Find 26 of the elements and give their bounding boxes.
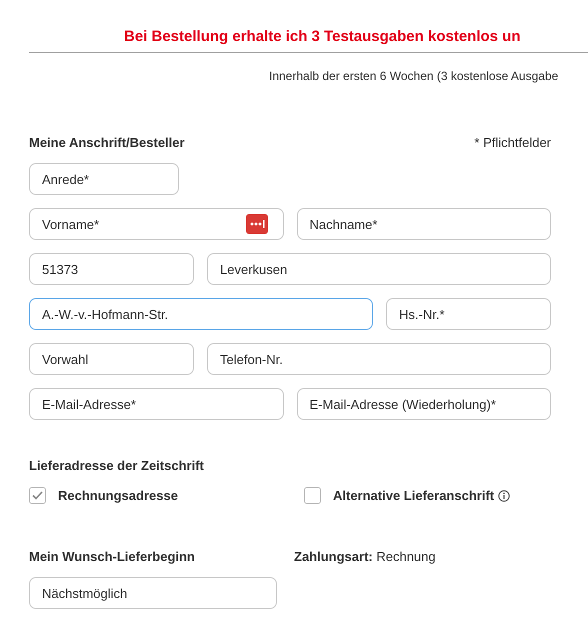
subtitle: Innerhalb der ersten 6 Wochen (3 kostenlose Ausgabe	[268, 69, 560, 83]
input-field[interactable]: Vorname*	[29, 208, 284, 240]
checkbox-label[interactable]: Alternative Lieferanschrift	[333, 488, 494, 503]
page-title: Bei Bestellung erhalte ich 3 Testausgaben kostenlos un	[123, 27, 522, 47]
section-title: Meine Anschrift/Besteller	[29, 135, 185, 150]
input-field[interactable]: A.-W.-v.-Hofmann-Str.	[29, 298, 373, 330]
checkmark-icon	[32, 491, 43, 500]
input-field[interactable]: 51373	[29, 253, 194, 285]
info-icon[interactable]	[498, 490, 510, 502]
section-title: Lieferadresse der Zeitschrift	[29, 458, 205, 473]
input-field[interactable]: E-Mail-Adresse (Wiederholung)*	[296, 388, 551, 420]
input-field[interactable]: Nachname*	[296, 208, 551, 240]
input-field[interactable]: Anrede*	[29, 163, 179, 195]
payment-text: Zahlungsart: Rechnung	[294, 549, 437, 566]
checkbox-label[interactable]: Rechnungsadresse	[58, 488, 178, 503]
section-title: Mein Wunsch-Lieferbeginn	[29, 549, 196, 564]
required-note: * Pflichtfelder	[474, 135, 551, 150]
input-field[interactable]: Hs.-Nr.*	[386, 298, 551, 330]
input-field[interactable]: Leverkusen	[207, 253, 551, 285]
input-field[interactable]: Vorwahl	[29, 343, 194, 375]
password-icon[interactable]	[246, 214, 268, 234]
checkbox[interactable]	[304, 487, 321, 504]
input-field[interactable]: E-Mail-Adresse*	[29, 388, 284, 420]
checkbox[interactable]	[29, 487, 46, 504]
input-field[interactable]: Telefon-Nr.	[207, 343, 551, 375]
input-field[interactable]: Nächstmöglich	[29, 577, 277, 609]
